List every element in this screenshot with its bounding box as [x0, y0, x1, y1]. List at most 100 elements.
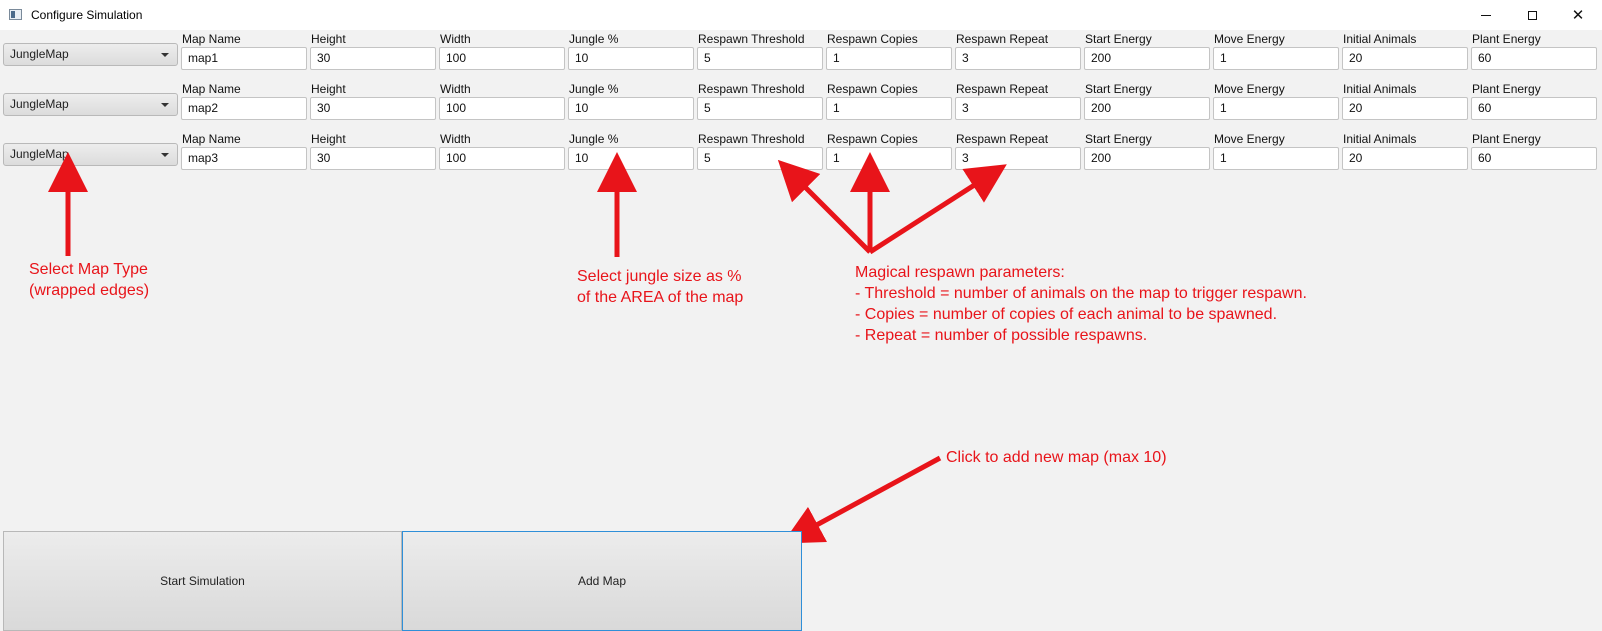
- field-label: Jungle %: [569, 82, 619, 96]
- field-label: Move Energy: [1214, 82, 1285, 96]
- start-simulation-button[interactable]: Start Simulation: [3, 531, 402, 631]
- field-input[interactable]: 1: [826, 47, 952, 70]
- field-input[interactable]: 5: [697, 97, 823, 120]
- field-input[interactable]: 20: [1342, 97, 1468, 120]
- field-group: Initial Animals 20: [1342, 80, 1470, 128]
- field-label: Start Energy: [1085, 82, 1152, 96]
- map-type-select[interactable]: JungleMap: [3, 143, 178, 166]
- field-input[interactable]: map1: [181, 47, 307, 70]
- field-label: Respawn Repeat: [956, 132, 1049, 146]
- field-input[interactable]: 200: [1084, 97, 1210, 120]
- field-input[interactable]: 30: [310, 47, 436, 70]
- map-row: JungleMap Map Name map2 Height 30 Width 100 Jun…: [0, 80, 1602, 128]
- field-input[interactable]: 20: [1342, 147, 1468, 170]
- field-input[interactable]: 20: [1342, 47, 1468, 70]
- field-group: Initial Animals 20: [1342, 30, 1470, 78]
- field-input[interactable]: 1: [1213, 47, 1339, 70]
- field-group: Respawn Threshold 5: [697, 80, 825, 128]
- field-input[interactable]: 60: [1471, 147, 1597, 170]
- field-input[interactable]: map3: [181, 147, 307, 170]
- field-label: Respawn Repeat: [956, 82, 1049, 96]
- field-input[interactable]: 30: [310, 147, 436, 170]
- close-icon: ✕: [1571, 5, 1585, 24]
- annotation-respawn: Magical respawn parameters: - Threshold …: [855, 264, 1307, 344]
- field-input[interactable]: 3: [955, 147, 1081, 170]
- field-group: Map Name map3: [181, 130, 309, 178]
- minimize-button[interactable]: [1463, 0, 1509, 30]
- field-group: Respawn Threshold 5: [697, 30, 825, 78]
- map-type-select[interactable]: JungleMap: [3, 93, 178, 116]
- field-label: Respawn Threshold: [698, 82, 805, 96]
- add-map-button[interactable]: Add Map: [402, 531, 802, 631]
- map-type-value: JungleMap: [10, 97, 69, 111]
- field-group: Start Energy 200: [1084, 80, 1212, 128]
- field-label: Respawn Repeat: [956, 32, 1049, 46]
- field-group: Start Energy 200: [1084, 130, 1212, 178]
- field-group: Respawn Repeat 3: [955, 80, 1083, 128]
- field-input[interactable]: 60: [1471, 97, 1597, 120]
- field-label: Jungle %: [569, 132, 619, 146]
- field-input[interactable]: 3: [955, 47, 1081, 70]
- field-input[interactable]: 200: [1084, 47, 1210, 70]
- maximize-button[interactable]: [1509, 0, 1555, 30]
- field-input[interactable]: 100: [439, 147, 565, 170]
- field-input[interactable]: 1: [1213, 147, 1339, 170]
- close-button[interactable]: ✕: [1555, 0, 1601, 30]
- field-label: Move Energy: [1214, 32, 1285, 46]
- chevron-down-icon: [161, 53, 169, 57]
- field-label: Start Energy: [1085, 132, 1152, 146]
- map-row: JungleMap Map Name map3 Height 30 Width 100 Jun…: [0, 130, 1602, 178]
- field-group: Respawn Threshold 5: [697, 130, 825, 178]
- field-group: Respawn Repeat 3: [955, 130, 1083, 178]
- field-input[interactable]: map2: [181, 97, 307, 120]
- field-group: Height 30: [310, 80, 438, 128]
- field-label: Respawn Copies: [827, 32, 918, 46]
- field-input[interactable]: 5: [697, 47, 823, 70]
- field-input[interactable]: 1: [826, 147, 952, 170]
- field-group: Width 100: [439, 80, 567, 128]
- title-bar: Configure Simulation ✕: [0, 0, 1602, 30]
- map-type-value: JungleMap: [10, 47, 69, 61]
- field-label: Map Name: [182, 32, 241, 46]
- field-input[interactable]: 30: [310, 97, 436, 120]
- field-label: Height: [311, 82, 346, 96]
- field-label: Width: [440, 32, 471, 46]
- field-label: Initial Animals: [1343, 32, 1417, 46]
- field-group: Plant Energy 60: [1471, 130, 1599, 178]
- field-group: Plant Energy 60: [1471, 80, 1599, 128]
- field-input[interactable]: 60: [1471, 47, 1597, 70]
- field-input[interactable]: 5: [697, 147, 823, 170]
- field-group: Map Name map2: [181, 80, 309, 128]
- field-group: Respawn Copies 1: [826, 30, 954, 78]
- chevron-down-icon: [161, 153, 169, 157]
- field-label: Plant Energy: [1472, 32, 1541, 46]
- annotation-jungle: Select jungle size as % of the AREA of t…: [577, 268, 744, 306]
- app-icon: [9, 9, 22, 20]
- field-label: Width: [440, 132, 471, 146]
- arrow-to-add-map: [782, 455, 942, 544]
- field-input[interactable]: 10: [568, 147, 694, 170]
- field-input[interactable]: 100: [439, 47, 565, 70]
- map-row: JungleMap Map Name map1 Height 30 Width 100 Jun…: [0, 30, 1602, 78]
- field-label: Initial Animals: [1343, 82, 1417, 96]
- field-input[interactable]: 100: [439, 97, 565, 120]
- field-input[interactable]: 3: [955, 97, 1081, 120]
- field-input[interactable]: 10: [568, 97, 694, 120]
- field-input[interactable]: 200: [1084, 147, 1210, 170]
- field-group: Width 100: [439, 130, 567, 178]
- field-group: Move Energy 1: [1213, 30, 1341, 78]
- field-group: Jungle % 10: [568, 80, 696, 128]
- field-input[interactable]: 1: [1213, 97, 1339, 120]
- field-input[interactable]: 10: [568, 47, 694, 70]
- field-label: Map Name: [182, 132, 241, 146]
- field-label: Respawn Threshold: [698, 132, 805, 146]
- field-group: Plant Energy 60: [1471, 30, 1599, 78]
- field-group: Jungle % 10: [568, 130, 696, 178]
- map-type-select[interactable]: JungleMap: [3, 43, 178, 66]
- window-title: Configure Simulation: [31, 8, 143, 22]
- field-label: Plant Energy: [1472, 82, 1541, 96]
- field-group: Initial Animals 20: [1342, 130, 1470, 178]
- arrow-to-respawn-threshold: [777, 159, 872, 254]
- field-group: Start Energy 200: [1084, 30, 1212, 78]
- field-input[interactable]: 1: [826, 97, 952, 120]
